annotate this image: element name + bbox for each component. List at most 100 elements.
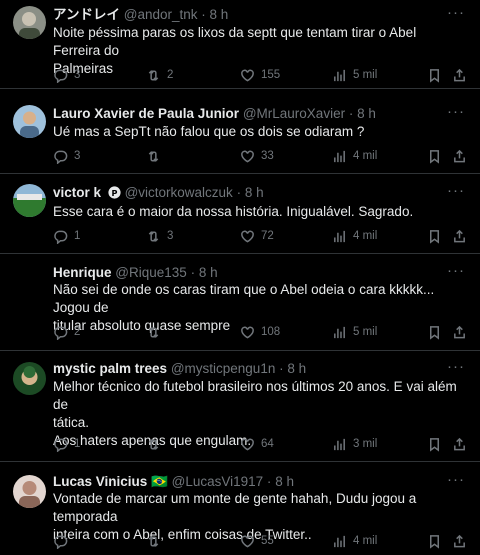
like-button[interactable]: 55 (240, 532, 274, 550)
bookmark-button[interactable] (427, 227, 442, 245)
more-icon[interactable]: ··· (446, 359, 466, 378)
svg-text:P: P (111, 188, 117, 198)
retweet-icon (148, 438, 159, 450)
retweet-button[interactable]: 2 (146, 66, 173, 84)
share-button[interactable] (452, 147, 467, 165)
separator-dot: · (348, 106, 354, 121)
avatar[interactable] (13, 184, 46, 217)
tweet-text: Esse cara é o maior da nossa história. I… (53, 203, 462, 221)
timestamp[interactable]: 8 h (210, 7, 229, 22)
retweet-icon (148, 326, 159, 338)
like-button[interactable]: 72 (240, 227, 274, 245)
tweet[interactable]: Lucas Vinicius 🇧🇷 @LucasVi1917 · 8 h ···… (0, 463, 480, 555)
tweet[interactable]: Lauro Xavier de Paula Junior @MrLauroXav… (0, 90, 480, 174)
views-button[interactable]: 5 mil (332, 66, 377, 84)
like-button[interactable]: 155 (240, 66, 280, 84)
like-button[interactable]: 33 (240, 147, 274, 165)
action-bar: 55 4 mil (53, 532, 480, 550)
author-handle[interactable]: @andor_tnk (124, 7, 198, 22)
reply-button[interactable]: 2 (53, 323, 80, 341)
author-name[interactable]: アンドレイ (53, 7, 120, 22)
like-button[interactable]: 64 (240, 435, 274, 453)
action-bar: 1 3 72 4 mil (53, 227, 480, 245)
timestamp[interactable]: 8 h (287, 361, 306, 376)
retweet-button[interactable]: 3 (146, 227, 173, 245)
like-icon (241, 230, 254, 243)
more-icon[interactable]: ··· (446, 183, 466, 202)
retweet-button[interactable] (146, 147, 167, 165)
avatar[interactable] (13, 264, 46, 297)
more-icon[interactable]: ··· (446, 104, 466, 123)
share-icon (454, 437, 465, 450)
more-icon[interactable]: ··· (446, 263, 466, 282)
author-handle[interactable]: @LucasVi1917 (172, 474, 264, 489)
like-button[interactable]: 108 (240, 323, 280, 341)
author-handle[interactable]: @MrLauroXavier (243, 106, 345, 121)
avatar[interactable] (13, 475, 46, 508)
author-handle[interactable]: @victorkowalczuk (125, 185, 233, 200)
avatar[interactable] (13, 362, 46, 395)
author-name[interactable]: Lauro Xavier de Paula Junior (53, 106, 239, 121)
author-handle[interactable]: @mysticpengu1n (171, 361, 276, 376)
tweet-header: Henrique @Rique135 · 8 h (53, 264, 440, 282)
retweet-button[interactable] (146, 532, 167, 550)
reply-button[interactable]: 1 (53, 435, 80, 453)
tweet-text-line: Não sei de onde os caras tiram que o Abe… (53, 282, 435, 315)
views-count: 3 mil (353, 438, 378, 450)
bookmark-button[interactable] (427, 66, 442, 84)
bookmark-button[interactable] (427, 147, 442, 165)
author-name[interactable]: victor k (53, 185, 101, 200)
tweet[interactable]: mystic palm trees @mysticpengu1n · 8 h ·… (0, 352, 480, 462)
share-button[interactable] (452, 532, 467, 550)
author-handle[interactable]: @Rique135 (115, 265, 187, 280)
share-button[interactable] (452, 323, 467, 341)
tweet[interactable]: victor k P @victorkowalczuk · 8 h ··· Es… (0, 175, 480, 254)
views-button[interactable]: 3 mil (332, 435, 377, 453)
reply-button[interactable]: 3 (53, 147, 80, 165)
views-button[interactable]: 4 mil (332, 227, 377, 245)
share-button[interactable] (452, 227, 467, 245)
timestamp[interactable]: 8 h (245, 185, 264, 200)
views-button[interactable]: 5 mil (332, 323, 377, 341)
tweet[interactable]: Henrique @Rique135 · 8 h ··· Não sei de … (0, 255, 480, 351)
retweet-button[interactable] (146, 323, 167, 341)
separator-dot: · (201, 7, 206, 22)
like-count: 72 (261, 230, 274, 242)
avatar[interactable] (13, 105, 46, 138)
timestamp[interactable]: 8 h (357, 106, 376, 121)
reply-icon (54, 535, 68, 549)
avatar[interactable] (13, 6, 46, 39)
bookmark-icon (430, 149, 439, 164)
reply-button[interactable]: 1 (53, 227, 80, 245)
views-icon (334, 150, 345, 162)
tweet-text-line: tática. (53, 415, 90, 430)
reply-button[interactable] (53, 532, 74, 550)
share-button[interactable] (452, 66, 467, 84)
bookmark-button[interactable] (427, 435, 442, 453)
retweet-icon (148, 535, 159, 547)
reply-count: 1 (74, 438, 81, 450)
views-count: 4 mil (353, 150, 378, 162)
reply-icon (54, 230, 68, 244)
timestamp[interactable]: 8 h (199, 265, 218, 280)
views-button[interactable]: 4 mil (332, 532, 377, 550)
bookmark-button[interactable] (427, 532, 442, 550)
author-name[interactable]: Henrique (53, 265, 112, 280)
share-button[interactable] (452, 435, 467, 453)
like-icon (241, 150, 254, 163)
more-icon[interactable]: ··· (446, 5, 466, 24)
author-name[interactable]: Lucas Vinicius 🇧🇷 (53, 474, 168, 489)
tweet[interactable]: アンドレイ @andor_tnk · 8 h ··· Noite péssima… (0, 0, 480, 89)
reply-icon (54, 150, 68, 164)
bookmark-icon (430, 68, 439, 83)
author-name[interactable]: mystic palm trees (53, 361, 167, 376)
bookmark-button[interactable] (427, 323, 442, 341)
timestamp[interactable]: 8 h (275, 474, 294, 489)
more-icon[interactable]: ··· (446, 472, 466, 491)
reply-button[interactable]: 3 (53, 66, 80, 84)
like-count: 33 (261, 150, 274, 162)
action-bar: 1 64 3 mil (53, 435, 480, 453)
retweet-button[interactable] (146, 435, 167, 453)
views-icon (334, 438, 345, 450)
views-button[interactable]: 4 mil (332, 147, 377, 165)
